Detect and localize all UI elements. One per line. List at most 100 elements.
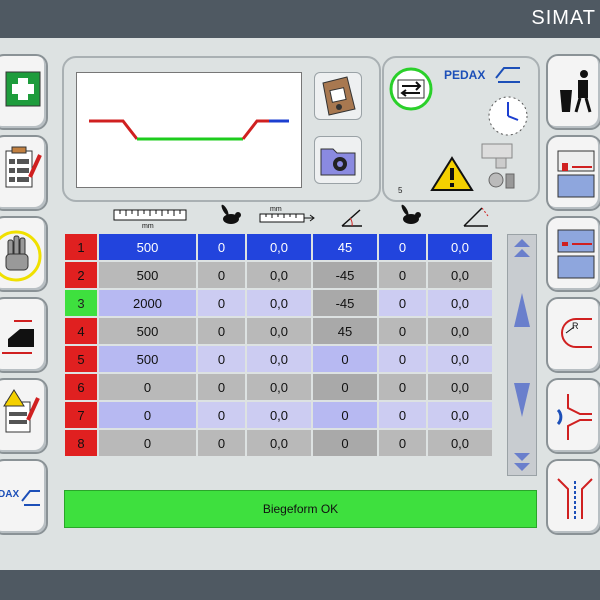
cell-angle[interactable]: 0 [313,374,377,400]
cell-angle[interactable]: 0 [313,430,377,456]
tool-position-button[interactable] [546,216,600,292]
cell-speed2[interactable]: 0 [379,430,426,456]
row-number[interactable]: 5 [65,346,97,372]
cell-angle2[interactable]: 0,0 [428,318,492,344]
cell-angle2[interactable]: 0,0 [428,346,492,372]
save-disk-button[interactable] [314,72,362,120]
radius-button[interactable]: R [546,297,600,373]
table-row[interactable]: 6 0 0 0,0 0 0 0,0 [65,374,492,400]
cell-speed[interactable]: 0 [198,290,245,316]
cell-length[interactable]: 500 [99,234,196,260]
scroll-up-icon[interactable] [514,293,530,327]
cell-length[interactable]: 500 [99,346,196,372]
scroll-bottom-icon[interactable] [514,453,530,461]
cell-speed2[interactable]: 0 [379,262,426,288]
table-row[interactable]: 1 500 0 0,0 45 0 0,0 [65,234,492,260]
cell-angle2[interactable]: 0,0 [428,430,492,456]
cell-speed2[interactable]: 0 [379,346,426,372]
cell-speed[interactable]: 0 [198,262,245,288]
cell-speed2[interactable]: 0 [379,374,426,400]
table-row[interactable]: 5 500 0 0,0 0 0 0,0 [65,346,492,372]
cell-angle[interactable]: -45 [313,262,377,288]
row-number[interactable]: 7 [65,402,97,428]
scroll-down-icon[interactable] [514,383,530,417]
flange-button[interactable] [546,459,600,535]
cell-speed[interactable]: 0 [198,234,245,260]
cycle-arrows-icon [389,67,433,111]
cell-backgauge[interactable]: 0,0 [247,318,311,344]
cell-length[interactable]: 2000 [99,290,196,316]
trash-button[interactable] [546,54,600,130]
cell-angle[interactable]: 0 [313,402,377,428]
cell-speed[interactable]: 0 [198,402,245,428]
cell-backgauge[interactable]: 0,0 [247,430,311,456]
svg-text:R: R [572,321,579,331]
table-row[interactable]: 3 2000 0 0,0 -45 0 0,0 [65,290,492,316]
clock-icon [488,96,528,136]
rabbit-icon-2 [401,204,421,224]
flip-bend-icon [556,394,592,440]
cell-speed2[interactable]: 0 [379,402,426,428]
row-number[interactable]: 4 [65,318,97,344]
cell-backgauge[interactable]: 0,0 [247,262,311,288]
table-scrollbar[interactable] [507,234,537,476]
table-row[interactable]: 7 0 0 0,0 0 0 0,0 [65,402,492,428]
first-aid-button[interactable] [0,54,48,130]
floppy-disk-icon [322,76,356,116]
tool-change-button[interactable] [546,135,600,211]
scroll-top-icon[interactable] [514,239,530,247]
profile-panel [62,56,381,202]
table-row[interactable]: 4 500 0 0,0 45 0 0,0 [65,318,492,344]
cell-backgauge[interactable]: 0,0 [247,234,311,260]
row-number[interactable]: 8 [65,430,97,456]
cell-speed[interactable]: 0 [198,346,245,372]
cell-backgauge[interactable]: 0,0 [247,374,311,400]
cell-angle2[interactable]: 0,0 [428,402,492,428]
cell-length[interactable]: 500 [99,262,196,288]
row-number[interactable]: 1 [65,234,97,260]
warning-clipboard-icon [3,389,40,433]
cell-angle[interactable]: 0 [313,346,377,372]
row-number[interactable]: 3 [65,290,97,316]
settings-folder-button[interactable] [314,136,362,184]
cell-speed2[interactable]: 0 [379,234,426,260]
cell-backgauge[interactable]: 0,0 [247,402,311,428]
cell-angle[interactable]: 45 [313,318,377,344]
cell-length[interactable]: 0 [99,374,196,400]
table-row[interactable]: 8 0 0 0,0 0 0 0,0 [65,430,492,456]
pedax-logo-icon: DAX [0,489,40,506]
cell-angle2[interactable]: 0,0 [428,290,492,316]
row-number[interactable]: 2 [65,262,97,288]
bend-sequence-table: 1 500 0 0,0 45 0 0,0 2 500 0 0,0 -45 0 0,0 3 2000 0 0,0 -4… [63,232,494,458]
cell-speed2[interactable]: 0 [379,318,426,344]
cell-angle[interactable]: -45 [313,290,377,316]
flip-button[interactable] [546,378,600,454]
cell-length[interactable]: 500 [99,318,196,344]
pedax-logo-mark [495,67,520,83]
cycle-button[interactable] [388,66,434,112]
table-row[interactable]: 2 500 0 0,0 -45 0 0,0 [65,262,492,288]
pedax-home-button[interactable]: DAX [0,459,48,535]
cell-speed[interactable]: 0 [198,318,245,344]
row-number[interactable]: 6 [65,374,97,400]
cell-speed[interactable]: 0 [198,430,245,456]
bottom-bezel [0,570,600,600]
warning-list-button[interactable] [0,378,48,454]
cell-angle2[interactable]: 0,0 [428,262,492,288]
cell-backgauge[interactable]: 0,0 [247,290,311,316]
cell-angle2[interactable]: 0,0 [428,374,492,400]
cell-angle[interactable]: 45 [313,234,377,260]
cell-length[interactable]: 0 [99,402,196,428]
backgauge-unit-label: mm [270,206,282,213]
cell-backgauge[interactable]: 0,0 [247,346,311,372]
gear-folder-icon [320,148,356,176]
cell-length[interactable]: 0 [99,430,196,456]
cell-speed[interactable]: 0 [198,374,245,400]
clamp-button[interactable] [0,297,48,373]
stop-hand-button[interactable] [0,216,48,292]
pedax-logo-text: PEDAX [444,68,486,82]
cell-speed2[interactable]: 0 [379,290,426,316]
flange-bend-icon [557,478,593,519]
program-list-button[interactable] [0,135,48,211]
cell-angle2[interactable]: 0,0 [428,234,492,260]
